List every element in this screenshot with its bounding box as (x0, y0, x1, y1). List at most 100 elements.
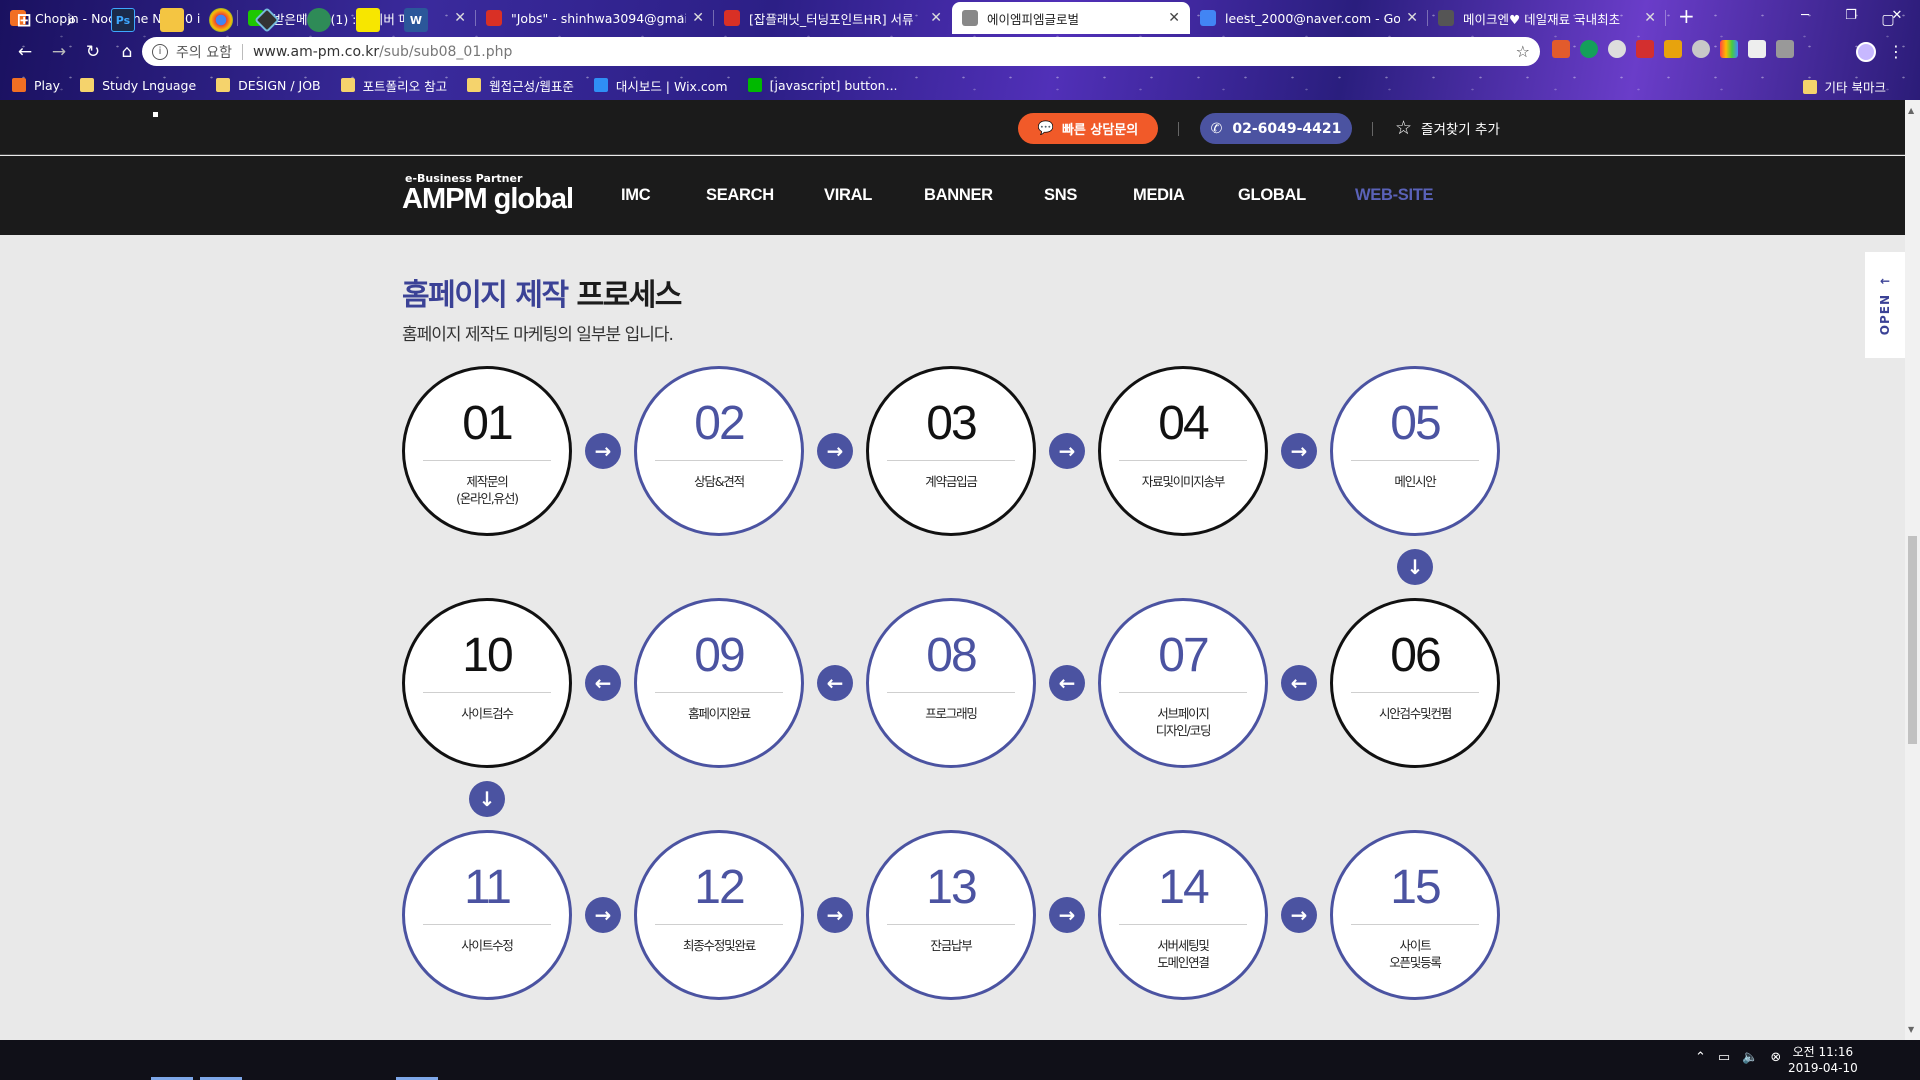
menu-item-imc[interactable]: IMC (621, 186, 651, 205)
bookmark-item[interactable]: 웹접근성/웹표준 (467, 76, 574, 95)
open-side-panel-tab[interactable]: ← OPEN (1865, 252, 1905, 358)
scroll-up-icon[interactable]: ▲ (1908, 106, 1914, 115)
network-icon[interactable]: ▭ (1718, 1050, 1730, 1065)
word-icon[interactable]: W (404, 8, 428, 32)
close-tab-icon[interactable]: ✕ (1406, 10, 1418, 26)
bookmark-label: 웹접근성/웹표준 (489, 78, 574, 94)
menu-item-sns[interactable]: SNS (1044, 186, 1077, 205)
site-logo[interactable]: e-Business Partner AMPM global (402, 172, 574, 214)
extension-icon[interactable] (1608, 40, 1626, 58)
step-number: 12 (694, 861, 745, 914)
m-icon (1438, 10, 1454, 26)
other-bookmarks[interactable]: 기타 북마크 (1802, 77, 1886, 96)
file-explorer-icon[interactable] (160, 8, 184, 32)
restore-icon[interactable]: ❐ (1828, 0, 1874, 30)
chrome-icon[interactable] (209, 8, 233, 32)
home-icon[interactable]: ⌂ (112, 37, 142, 67)
new-tab-icon[interactable]: + (1678, 4, 1695, 28)
arrow-left-icon: ← (817, 665, 853, 701)
menu-item-banner[interactable]: BANNER (924, 186, 993, 205)
extension-icon[interactable] (1552, 40, 1570, 58)
browser-tab[interactable]: 에이엠피엠글로벌 ✕ (952, 2, 1190, 34)
divider (423, 692, 551, 693)
menu-item-viral[interactable]: VIRAL (824, 186, 872, 205)
browser-tab[interactable]: [잡플래닛_터닝포인트HR] 서류 ✕ (714, 2, 952, 34)
star-icon: ☆ (1395, 117, 1413, 139)
minimize-icon[interactable]: ─ (1782, 0, 1828, 30)
step-number: 04 (1158, 397, 1209, 450)
extension-icon[interactable] (1748, 40, 1766, 58)
bookmark-item[interactable]: DESIGN / JOB (216, 78, 321, 93)
tab-title: "Jobs" - shinhwa3094@gmail.co (511, 10, 686, 26)
arrow-right-icon: → (1281, 433, 1317, 469)
menu-item-global[interactable]: GLOBAL (1238, 186, 1306, 205)
decoration-dot (153, 112, 158, 117)
browser-tab[interactable]: leest_2000@naver.com - Google ✕ (1190, 2, 1428, 34)
extension-icon[interactable] (1720, 40, 1738, 58)
arrow-right-icon: → (1049, 433, 1085, 469)
bookmark-item[interactable]: Play (12, 78, 60, 93)
back-icon[interactable]: ← (10, 37, 40, 67)
address-bar[interactable]: i 주의 요함 www.am-pm.co.kr/sub/sub08_01.php… (142, 37, 1540, 66)
bookmark-label: 포트폴리오 참고 (362, 78, 448, 94)
bookmark-item[interactable]: 대시보드 | Wix.com (593, 76, 728, 95)
close-tab-icon[interactable]: ✕ (692, 10, 704, 26)
browser-tab[interactable]: 메이크엔♥ 네일재료 국내최초 ✕ (1428, 2, 1666, 34)
close-tab-icon[interactable]: ✕ (454, 10, 466, 26)
extension-icon[interactable] (1664, 40, 1682, 58)
page-scrollbar[interactable]: ▲ ▼ (1905, 100, 1920, 1040)
bookmark-item[interactable]: [javascript] button... (747, 78, 898, 93)
close-tab-icon[interactable]: ✕ (930, 10, 942, 26)
divider (1119, 460, 1247, 461)
phone-button[interactable]: ✆ 02-6049-4421 (1200, 113, 1352, 144)
more-icon[interactable]: ⋮ (1888, 42, 1904, 61)
chevron-up-icon[interactable]: ⌃ (1695, 1050, 1706, 1065)
extension-icon[interactable] (1776, 40, 1794, 58)
tab-title: leest_2000@naver.com - Google (1225, 10, 1401, 26)
quick-inquiry-button[interactable]: 💬 빠른 상담문의 (1018, 113, 1158, 144)
step-number: 07 (1158, 629, 1209, 682)
menu-item-search[interactable]: SEARCH (706, 186, 774, 205)
browser-tab[interactable]: "Jobs" - shinhwa3094@gmail.co ✕ (476, 2, 714, 34)
tab-title: [잡플래닛_터닝포인트HR] 서류 (749, 11, 914, 27)
gmail-icon (724, 10, 740, 26)
close-tab-icon[interactable]: ✕ (1168, 10, 1180, 26)
bookmark-item[interactable]: 포트폴리오 참고 (340, 76, 448, 95)
close-tab-icon[interactable]: ✕ (1644, 10, 1656, 26)
add-favorite-link[interactable]: ☆ 즐겨찾기 추가 (1395, 117, 1500, 139)
menu-item-media[interactable]: MEDIA (1133, 186, 1185, 205)
extension-icon[interactable] (1692, 40, 1710, 58)
forward-icon[interactable]: → (44, 37, 74, 67)
process-step: 03 계약금입금 (866, 366, 1036, 536)
profile-avatar[interactable] (1856, 42, 1876, 62)
reload-icon[interactable]: ↻ (78, 37, 108, 67)
windows-start-icon[interactable]: ⊞ (12, 8, 36, 32)
notification-icon[interactable]: ▢ (1876, 8, 1900, 32)
bookmarks-bar: Play Study Lnguage DESIGN / JOB 포트폴리오 참고 웹접근… (0, 70, 1920, 100)
menu-item-web-site[interactable]: WEB-SITE (1355, 186, 1434, 205)
ime-icon[interactable]: ⊗ (1770, 1050, 1781, 1065)
app-icon[interactable] (307, 8, 331, 32)
open-label: OPEN (1878, 294, 1892, 336)
page-icon (962, 10, 978, 26)
search-icon[interactable]: ⌕ (60, 8, 84, 32)
bookmark-label: 대시보드 | Wix.com (615, 78, 728, 94)
sticky-notes-icon[interactable] (356, 8, 380, 32)
scroll-down-icon[interactable]: ▼ (1908, 1025, 1914, 1034)
windows-taskbar (0, 1040, 1920, 1080)
info-icon[interactable]: i (152, 43, 168, 60)
step-number: 15 (1390, 861, 1441, 914)
arrow-right-icon: → (817, 433, 853, 469)
system-clock[interactable]: 오전 11:16 2019-04-10 (1788, 1044, 1858, 1076)
bookmark-star-icon[interactable]: ☆ (1516, 42, 1530, 61)
extension-icon[interactable] (1636, 40, 1654, 58)
extension-icon[interactable] (1580, 40, 1598, 58)
arrow-left-icon: ← (585, 665, 621, 701)
scrollbar-thumb[interactable] (1908, 536, 1917, 744)
bookmark-item[interactable]: Study Lnguage (80, 78, 196, 93)
step-label: 자료및이미지송부 (1141, 474, 1226, 489)
step-label: 최종수정및완료 (682, 938, 756, 953)
volume-icon[interactable]: 🔈 (1742, 1050, 1758, 1065)
photoshop-icon[interactable]: Ps (111, 8, 135, 32)
arrow-right-icon: → (817, 897, 853, 933)
